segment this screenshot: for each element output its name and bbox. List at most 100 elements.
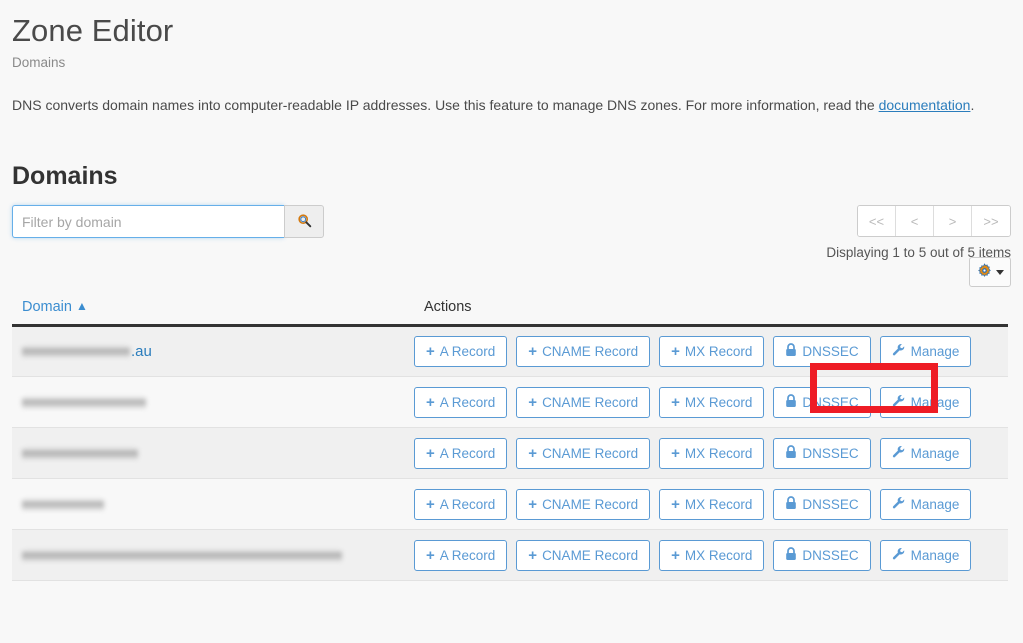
add-cname-record-label: CNAME Record xyxy=(542,548,638,563)
plus-icon: + xyxy=(671,446,680,461)
intro-text: DNS converts domain names into computer-… xyxy=(12,96,1011,115)
add-mx-record-button[interactable]: + MX Record xyxy=(659,336,764,367)
manage-button[interactable]: Manage xyxy=(880,489,972,520)
dnssec-button[interactable]: DNSSEC xyxy=(773,387,870,418)
manage-label: Manage xyxy=(911,446,960,461)
add-a-record-button[interactable]: + A Record xyxy=(414,387,507,418)
add-a-record-label: A Record xyxy=(440,395,496,410)
add-mx-record-label: MX Record xyxy=(685,446,753,461)
actions-cell: +A Record + CNAME Record + MX Record DNSSEC Ma… xyxy=(401,530,1008,581)
add-a-record-button[interactable]: +A Record xyxy=(414,540,507,571)
table-row: +A Record+CNAME Record+MX RecordDNSSECMa… xyxy=(12,428,1008,479)
plus-icon: + xyxy=(671,548,680,563)
domains-table-head: Domain▲ Actions xyxy=(12,299,1008,326)
add-mx-record-label: MX Record xyxy=(685,548,753,563)
lock-icon xyxy=(785,445,797,462)
manage-button[interactable]: Manage xyxy=(880,540,972,571)
add-a-record-button[interactable]: +A Record xyxy=(414,438,507,469)
domains-table-body: .au+A Record+CNAME Record+MX RecordDNSSE… xyxy=(12,326,1008,581)
domain-name-link[interactable] xyxy=(22,547,343,564)
dnssec-label: DNSSEC xyxy=(802,446,858,461)
add-a-record-button[interactable]: +A Record xyxy=(414,489,507,520)
pagination-first-button[interactable]: << xyxy=(858,206,896,236)
actions-cell: +A Record +CNAME Record +MX Record DNSSEC Ma… xyxy=(401,479,1008,530)
pagination-next-button[interactable]: > xyxy=(934,206,972,236)
plus-icon: + xyxy=(528,446,537,461)
dnssec-button[interactable]: DNSSEC xyxy=(773,438,870,469)
add-mx-record-button[interactable]: +MX Record xyxy=(659,489,764,520)
sort-by-domain-link[interactable]: Domain xyxy=(22,299,72,315)
add-mx-record-button[interactable]: +MX Record xyxy=(659,387,764,418)
redacted-domain-text xyxy=(22,346,130,358)
lock-icon xyxy=(785,394,797,411)
chevron-up-icon: ▲ xyxy=(76,299,88,313)
search-input[interactable] xyxy=(12,205,284,238)
domain-filter-group xyxy=(12,205,324,238)
add-mx-record-button[interactable]: + MX Record xyxy=(659,438,764,469)
zone-editor-page: Zone Editor Domains DNS converts domain … xyxy=(0,0,1023,643)
actions-cell: + A Record + CNAME Record +MX Record DNSSEC Ma… xyxy=(401,377,1008,428)
redacted-domain-text xyxy=(22,448,138,460)
plus-icon: + xyxy=(671,344,680,359)
search-button[interactable] xyxy=(284,205,324,238)
table-settings-button[interactable] xyxy=(969,257,1011,287)
lock-icon xyxy=(785,547,797,564)
lock-icon xyxy=(785,343,797,360)
table-settings-row xyxy=(12,257,1011,291)
dnssec-button[interactable]: DNSSEC xyxy=(773,336,870,367)
redacted-domain-text xyxy=(22,397,146,409)
add-cname-record-button[interactable]: +CNAME Record xyxy=(516,438,650,469)
add-cname-record-label: CNAME Record xyxy=(542,395,638,410)
manage-button[interactable]: Manage xyxy=(880,336,972,367)
manage-label: Manage xyxy=(911,344,960,359)
add-cname-record-button[interactable]: + CNAME Record xyxy=(516,540,650,571)
table-row: + A Record + CNAME Record +MX Record DNSSEC Ma… xyxy=(12,377,1008,428)
intro-text-after: . xyxy=(970,97,974,113)
row-action-buttons: +A Record +CNAME Record +MX Record DNSSEC Ma… xyxy=(414,489,1008,520)
row-action-buttons: +A Record+CNAME Record+MX RecordDNSSECMa… xyxy=(414,438,1008,469)
dnssec-button[interactable]: DNSSEC xyxy=(773,489,870,520)
redacted-domain-text xyxy=(22,499,104,511)
add-a-record-button[interactable]: +A Record xyxy=(414,336,507,367)
plus-icon: + xyxy=(528,548,537,563)
plus-icon: + xyxy=(426,446,435,461)
table-header-row: Domain▲ Actions xyxy=(12,299,1008,326)
dnssec-label: DNSSEC xyxy=(802,395,858,410)
domain-name-link[interactable] xyxy=(22,394,147,411)
add-a-record-label: A Record xyxy=(440,548,496,563)
add-a-record-label: A Record xyxy=(440,497,496,512)
lock-icon xyxy=(785,496,797,513)
add-cname-record-button[interactable]: +CNAME Record xyxy=(516,489,650,520)
add-cname-record-button[interactable]: +CNAME Record xyxy=(516,336,650,367)
domain-cell xyxy=(12,428,401,479)
domain-name-link[interactable] xyxy=(22,496,105,513)
manage-button[interactable]: Manage xyxy=(880,387,972,418)
intro-text-before: DNS converts domain names into computer-… xyxy=(12,97,879,113)
manage-button[interactable]: Manage xyxy=(880,438,972,469)
table-row: .au +A Record +CNAME Record + MX Record DNSSE… xyxy=(12,326,1008,377)
domains-table: Domain▲ Actions .au+A Record+CNAME Recor… xyxy=(12,299,1008,581)
gear-icon xyxy=(977,263,992,281)
dnssec-label: DNSSEC xyxy=(802,497,858,512)
add-cname-record-button[interactable]: + CNAME Record xyxy=(516,387,650,418)
manage-label: Manage xyxy=(911,497,960,512)
plus-icon: + xyxy=(528,395,537,410)
domain-name-link[interactable]: .au xyxy=(22,343,152,360)
chevron-down-icon xyxy=(996,270,1004,275)
domains-controls: << < > >> Displaying 1 to 5 out of 5 ite… xyxy=(12,205,1011,243)
wrench-icon xyxy=(892,343,906,360)
domain-name-link[interactable] xyxy=(22,445,139,462)
breadcrumb: Domains xyxy=(12,54,1011,72)
plus-icon: + xyxy=(671,395,680,410)
documentation-link[interactable]: documentation xyxy=(879,97,971,113)
pagination-last-button[interactable]: >> xyxy=(972,206,1010,236)
add-mx-record-label: MX Record xyxy=(685,344,753,359)
plus-icon: + xyxy=(426,395,435,410)
dnssec-button[interactable]: DNSSEC xyxy=(773,540,870,571)
pagination-prev-button[interactable]: < xyxy=(896,206,934,236)
plus-icon: + xyxy=(426,344,435,359)
redacted-domain-text xyxy=(22,550,342,562)
domain-cell xyxy=(12,530,401,581)
add-mx-record-button[interactable]: + MX Record xyxy=(659,540,764,571)
dnssec-label: DNSSEC xyxy=(802,344,858,359)
